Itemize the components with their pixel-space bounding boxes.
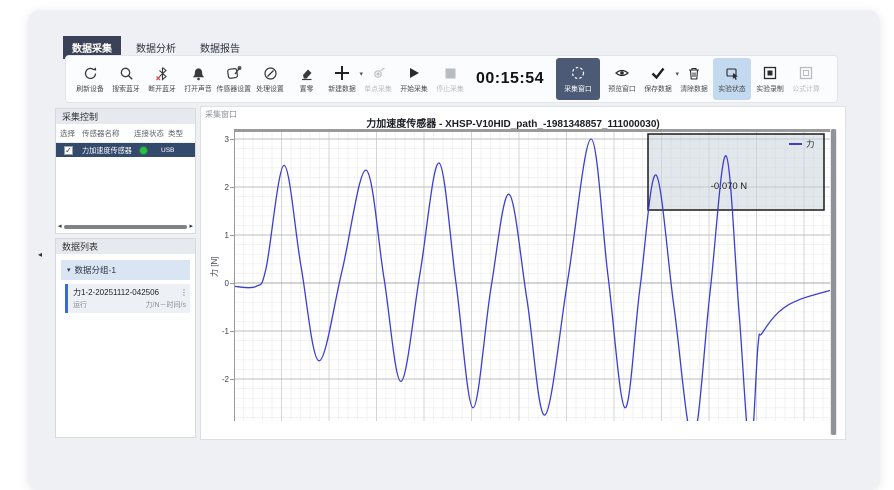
new-data-button[interactable]: 新建数据 ▾ <box>325 58 359 100</box>
bluetooth-disconnect-icon <box>155 64 170 82</box>
collect-control-header: 采集控制 <box>56 109 195 124</box>
y-tick-label: 1 <box>217 231 229 240</box>
sensor-settings-icon <box>226 64 242 82</box>
disconnect-bluetooth-button[interactable]: 断开蓝牙 <box>145 58 179 100</box>
status-dot <box>140 147 147 154</box>
data-item-title: 力1-2-20251112-042506 <box>73 287 186 298</box>
toolbar-label: 新建数据 <box>328 83 356 93</box>
stop-capture-button: 停止采集 <box>433 58 467 100</box>
toolbar-label: 断开蓝牙 <box>148 83 176 93</box>
record-square-icon <box>763 64 777 82</box>
eraser-icon <box>299 64 314 82</box>
data-item-axis: 力/N－时间/s <box>146 300 186 310</box>
scrollbar-thumb[interactable] <box>831 129 836 435</box>
save-data-button[interactable]: 保存数据 ▾ <box>641 58 675 100</box>
toolbar-label: 刷新设备 <box>76 83 104 93</box>
dashed-circle-icon <box>570 64 586 82</box>
y-tick-label: 2 <box>217 183 229 192</box>
sensor-checkbox[interactable]: ✓ <box>64 146 73 155</box>
sidebar-collapse-toggle[interactable]: ◂ <box>38 250 42 259</box>
toolbar-label: 开始采集 <box>400 83 428 93</box>
experiment-status-button[interactable]: 实验状态 <box>713 58 751 100</box>
toolbar-label: 打开声音 <box>184 83 212 93</box>
search-icon <box>119 64 134 82</box>
y-tick-label: 3 <box>217 135 229 144</box>
single-point-capture-button: 单点采集 <box>361 58 395 100</box>
kebab-menu-icon[interactable]: ⋮ <box>180 288 188 297</box>
scroll-right-icon[interactable]: ▸ <box>189 223 193 230</box>
toolbar-label: 公式计算 <box>792 83 820 93</box>
sensor-name: 力加速度传感器 <box>82 145 137 155</box>
scroll-left-icon[interactable]: ◂ <box>58 223 62 230</box>
sound-on-button[interactable]: 打开声音 <box>181 58 215 100</box>
col-select: 选择 <box>56 128 82 139</box>
experiment-record-button[interactable]: 实验录制 <box>753 58 787 100</box>
scrollbar-thumb[interactable] <box>64 225 188 229</box>
toolbar-label: 保存数据 <box>644 83 672 93</box>
sensor-table-header: 选择 传感器名称 连接状态 类型 <box>56 124 195 143</box>
toolbar-label: 实验录制 <box>756 83 784 93</box>
single-point-icon <box>371 64 386 82</box>
col-status: 连接状态 <box>134 128 168 139</box>
trash-icon <box>687 64 701 82</box>
formula-square-icon <box>799 64 813 82</box>
elapsed-timer: 00:15:54 <box>476 70 544 88</box>
toolbar-label: 清除数据 <box>680 83 708 93</box>
chart-title: 力加速度传感器 - XHSP-V10HID_path_-1981348857_1… <box>201 115 825 130</box>
refresh-icon <box>83 64 98 82</box>
toolbar-label: 采集窗口 <box>564 83 592 93</box>
toolbar-label: 停止采集 <box>436 83 464 93</box>
formula-calc-button: 公式计算 <box>789 58 823 100</box>
toolbar: 刷新设备 搜索蓝牙 断开蓝牙 打开声音 传感器设置 <box>65 55 838 103</box>
data-group-row[interactable]: ▾ 数据分组-1 <box>61 260 190 280</box>
data-list-header: 数据列表 <box>56 239 195 254</box>
toolbar-label: 单点采集 <box>364 83 392 93</box>
selection-value-annotation: -0.070 N <box>711 181 748 192</box>
zero-button[interactable]: 置零 <box>289 58 323 100</box>
horizontal-scrollbar[interactable]: ◂ ▸ <box>58 223 193 230</box>
app-window: 数据采集 数据分析 数据报告 刷新设备 搜索蓝牙 断开蓝牙 打 <box>28 10 880 490</box>
sensor-settings-button[interactable]: 传感器设置 <box>217 58 251 100</box>
y-tick-label: -1 <box>217 327 229 336</box>
toolbar-label: 置零 <box>299 83 313 93</box>
plus-icon <box>333 64 351 82</box>
toolbar-label: 处理设置 <box>256 83 284 93</box>
col-type: 类型 <box>168 128 183 139</box>
collect-control-panel: 采集控制 选择 传感器名称 连接状态 类型 ✓ 力加速度传感器 USB ◂ ▸ <box>55 108 196 234</box>
y-tick-label: -2 <box>217 375 229 384</box>
search-bluetooth-button[interactable]: 搜索蓝牙 <box>109 58 143 100</box>
data-item-status: 运行 <box>73 300 87 310</box>
sensor-type: USB <box>161 147 174 154</box>
col-sensor-name: 传感器名称 <box>82 128 134 139</box>
toolbar-label: 实验状态 <box>718 83 746 93</box>
play-icon <box>407 64 421 82</box>
data-group-label: 数据分组-1 <box>75 264 117 276</box>
stop-icon <box>444 64 457 82</box>
eye-icon <box>614 64 630 82</box>
capture-window-panel: 采集窗口 力加速度传感器 - XHSP-V10HID_path_-1981348… <box>200 106 846 440</box>
waveform-plot[interactable]: -0.070 N 力 <box>234 129 831 421</box>
data-list-item[interactable]: 力1-2-20251112-042506 运行 力/N－时间/s ⋮ <box>65 284 190 313</box>
sensor-row[interactable]: ✓ 力加速度传感器 USB <box>56 143 195 157</box>
data-list-panel: 数据列表 ▾ 数据分组-1 力1-2-20251112-042506 运行 力/… <box>55 238 196 438</box>
start-capture-button[interactable]: 开始采集 <box>397 58 431 100</box>
y-tick-label: 0 <box>217 279 229 288</box>
bell-icon <box>191 64 206 82</box>
refresh-device-button[interactable]: 刷新设备 <box>73 58 107 100</box>
gauge-icon <box>263 64 278 82</box>
capture-window-button[interactable]: 采集窗口 <box>556 58 600 100</box>
y-axis-label: 力 [N] <box>209 257 220 277</box>
chevron-down-icon[interactable]: ▾ <box>67 266 71 274</box>
process-settings-button[interactable]: 处理设置 <box>253 58 287 100</box>
clear-data-button[interactable]: 清除数据 <box>677 58 711 100</box>
toolbar-label: 预览窗口 <box>608 83 636 93</box>
flag-pointer-icon <box>725 64 740 82</box>
toolbar-label: 搜索蓝牙 <box>112 83 140 93</box>
toolbar-label: 传感器设置 <box>217 83 252 93</box>
check-icon <box>650 64 666 82</box>
legend-label: 力 <box>806 139 815 149</box>
preview-window-button[interactable]: 预览窗口 <box>605 58 639 100</box>
vertical-scrollbar[interactable] <box>830 129 837 435</box>
